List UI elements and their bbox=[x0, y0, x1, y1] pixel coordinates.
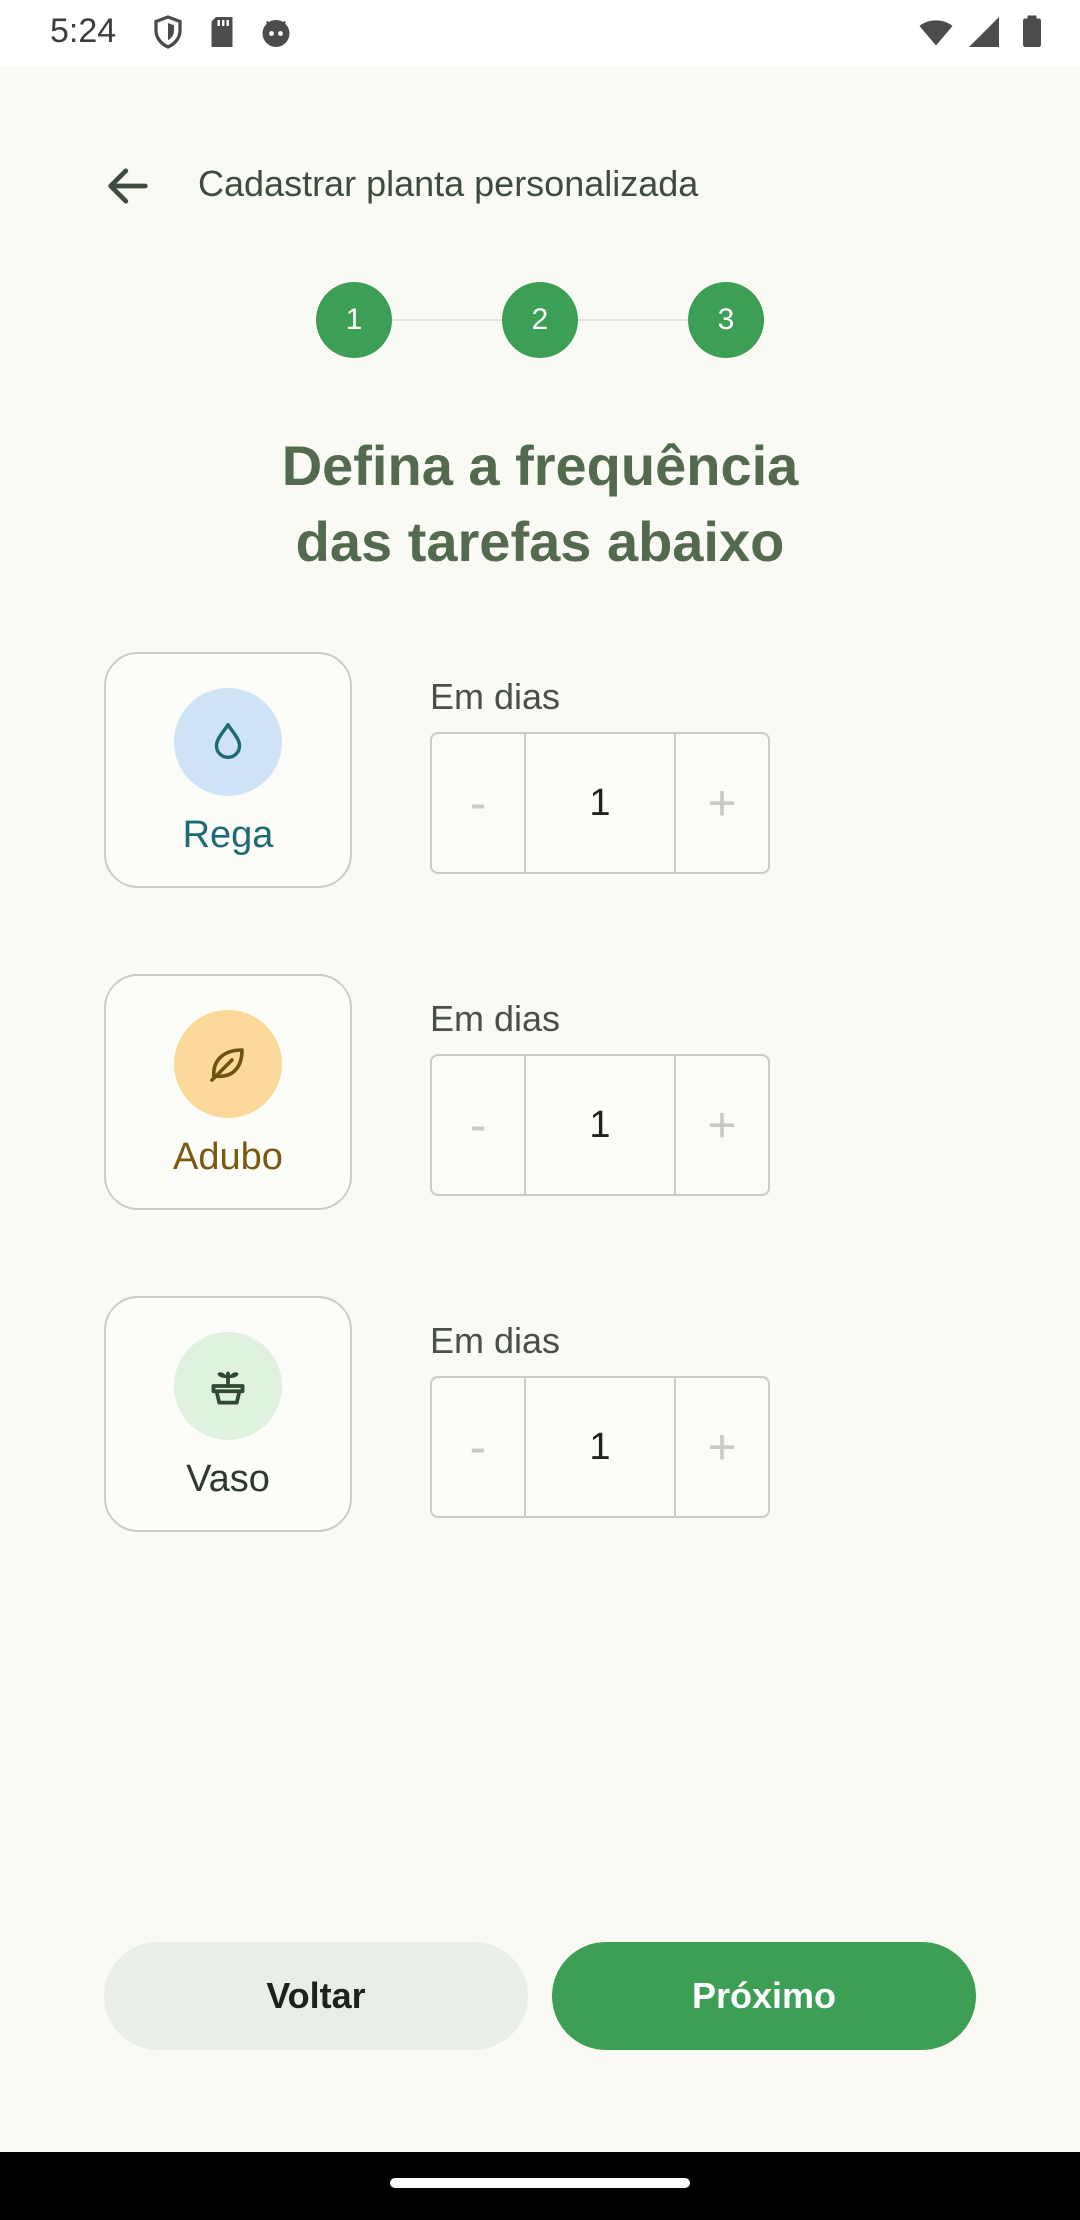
increment-button[interactable]: + bbox=[676, 1056, 768, 1194]
step-1: 1 bbox=[316, 282, 392, 358]
frequency-label: Em dias bbox=[430, 998, 561, 1039]
progress-stepper: 1 2 3 bbox=[316, 282, 764, 358]
increment-button[interactable]: + bbox=[676, 734, 768, 872]
back-button[interactable] bbox=[92, 150, 164, 222]
status-right-icons bbox=[918, 12, 1050, 52]
task-row-vaso: Vaso Em dias - 1 + bbox=[104, 1296, 804, 1532]
page-title-line-2: das tarefas abaixo bbox=[295, 510, 785, 573]
task-card-rega: Rega bbox=[104, 652, 352, 888]
shield-icon bbox=[154, 15, 182, 49]
task-card-vaso: Vaso bbox=[104, 1296, 352, 1532]
home-indicator[interactable] bbox=[390, 2178, 690, 2188]
step-connector bbox=[578, 319, 688, 321]
next-button[interactable]: Próximo bbox=[552, 1942, 976, 2050]
potted-plant-icon bbox=[211, 1371, 245, 1405]
step-connector bbox=[392, 319, 502, 321]
task-label-adubo: Adubo bbox=[173, 1136, 283, 1178]
frequency-value-input[interactable]: 1 bbox=[524, 1056, 676, 1194]
frequency-stepper-adubo: - 1 + bbox=[430, 1054, 770, 1196]
frequency-label: Em dias bbox=[430, 676, 561, 717]
task-icon-bg bbox=[174, 1010, 282, 1118]
decrement-button[interactable]: - bbox=[432, 1056, 524, 1194]
back-nav-button[interactable]: Voltar bbox=[104, 1942, 528, 2050]
frequency-stepper-vaso: - 1 + bbox=[430, 1376, 770, 1518]
water-drop-icon bbox=[214, 723, 242, 759]
battery-icon bbox=[1023, 15, 1041, 47]
status-time: 5:24 bbox=[50, 12, 117, 50]
task-icon-bg bbox=[174, 688, 282, 796]
step-2: 2 bbox=[502, 282, 578, 358]
wifi-icon bbox=[919, 20, 953, 46]
page-title: Defina a frequência das tarefas abaixo bbox=[0, 428, 1080, 580]
frequency-value-input[interactable]: 1 bbox=[524, 1378, 676, 1516]
task-label-rega: Rega bbox=[182, 814, 274, 856]
task-card-adubo: Adubo bbox=[104, 974, 352, 1210]
task-row-adubo: Adubo Em dias - 1 + bbox=[104, 974, 804, 1210]
decrement-button[interactable]: - bbox=[432, 734, 524, 872]
decrement-button[interactable]: - bbox=[432, 1378, 524, 1516]
signal-icon bbox=[969, 17, 999, 47]
task-icon-bg bbox=[174, 1332, 282, 1440]
leaf-icon bbox=[210, 1048, 244, 1082]
frequency-stepper-rega: - 1 + bbox=[430, 732, 770, 874]
status-left-icons bbox=[150, 12, 294, 52]
android-face-icon bbox=[262, 20, 290, 47]
arrow-back-icon bbox=[108, 168, 148, 204]
increment-button[interactable]: + bbox=[676, 1378, 768, 1516]
system-nav-bar bbox=[0, 2152, 1080, 2220]
task-label-vaso: Vaso bbox=[186, 1458, 270, 1500]
sd-card-icon bbox=[211, 17, 233, 47]
step-3: 3 bbox=[688, 282, 764, 358]
status-bar: 5:24 bbox=[0, 0, 1080, 66]
page-title-line-1: Defina a frequência bbox=[281, 434, 799, 497]
frequency-label: Em dias bbox=[430, 1320, 561, 1361]
frequency-value-input[interactable]: 1 bbox=[524, 734, 676, 872]
page-header-title: Cadastrar planta personalizada bbox=[198, 163, 699, 204]
task-row-rega: Rega Em dias - 1 + bbox=[104, 652, 804, 888]
